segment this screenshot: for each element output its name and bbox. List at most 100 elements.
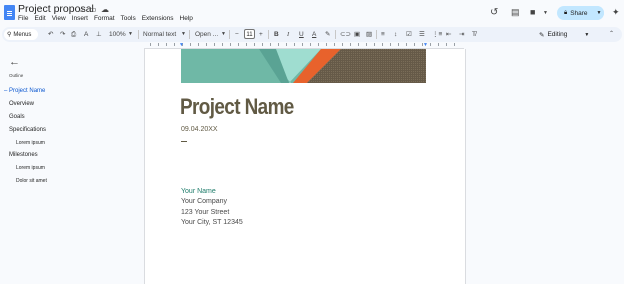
contact-street[interactable]: 123 Your Street: [181, 209, 229, 216]
search-menus-input[interactable]: ⚲ Menus: [4, 29, 38, 40]
ruler-tick: [350, 43, 351, 46]
document-page[interactable]: [144, 49, 466, 284]
print-icon[interactable]: ⎙: [71, 29, 76, 40]
spellcheck-icon[interactable]: A: [84, 29, 88, 40]
outline-heading: Outline: [9, 73, 24, 78]
ruler-tick: [454, 43, 455, 46]
left-indent-marker-icon[interactable]: ▼: [179, 42, 184, 48]
checklist-icon[interactable]: ☑: [406, 29, 412, 40]
bulleted-list-icon[interactable]: ☰: [419, 29, 425, 40]
undo-icon[interactable]: ↶: [48, 29, 53, 40]
toolbar-divider: [268, 30, 269, 39]
menu-view[interactable]: View: [52, 15, 66, 22]
font-caret-icon: ▼: [221, 31, 226, 37]
comments-icon[interactable]: ▤: [511, 7, 520, 18]
share-label: Share: [570, 9, 588, 17]
outline-item-lorem-ipsum-2[interactable]: Lorem ipsum: [16, 165, 45, 171]
align-icon[interactable]: ≡: [381, 29, 385, 40]
ruler-tick: [222, 43, 223, 46]
collapse-toolbar-icon[interactable]: ⌃: [609, 29, 614, 40]
line-spacing-icon[interactable]: ↕: [394, 29, 397, 40]
header-banner-image[interactable]: [181, 49, 426, 83]
right-indent-marker-icon[interactable]: ▼: [423, 42, 428, 48]
active-marker: –: [4, 88, 8, 94]
outline-item-milestones[interactable]: Milestones: [9, 152, 38, 158]
menu-file[interactable]: File: [18, 15, 28, 22]
menu-format[interactable]: Format: [94, 15, 115, 22]
ruler-tick: [446, 43, 447, 46]
outline-item-lorem-ipsum-1[interactable]: Lorem ipsum: [16, 140, 45, 146]
version-history-icon[interactable]: ↺: [490, 7, 498, 18]
outline-item-overview[interactable]: Overview: [9, 101, 34, 107]
meet-icon[interactable]: ■: [530, 7, 535, 17]
menu-extensions[interactable]: Extensions: [142, 15, 174, 22]
text-color-icon[interactable]: A: [312, 29, 316, 40]
move-folder-icon[interactable]: ▭: [89, 5, 97, 14]
ruler-tick: [318, 43, 319, 46]
decrease-indent-icon[interactable]: ⇤: [446, 29, 451, 40]
pencil-icon: ✎: [539, 31, 545, 39]
font-select[interactable]: Open ...: [195, 29, 218, 40]
editing-mode-select[interactable]: ✎ Editing ▼: [539, 29, 595, 40]
outline-item-specifications[interactable]: Specifications: [9, 127, 46, 133]
ruler[interactable]: [144, 42, 464, 49]
outline-item-project-name[interactable]: – Project Name: [4, 88, 45, 94]
insert-image-icon[interactable]: ▨: [366, 29, 372, 40]
underline-icon[interactable]: U: [299, 29, 304, 40]
redo-icon[interactable]: ↷: [60, 29, 65, 40]
ruler-tick: [358, 43, 359, 46]
increase-font-size-icon[interactable]: +: [259, 29, 263, 40]
outline-item-goals[interactable]: Goals: [9, 114, 25, 120]
cloud-status-icon[interactable]: ☁: [101, 5, 109, 14]
menu-help[interactable]: Help: [180, 15, 193, 22]
outline-item-label: Project Name: [9, 88, 46, 94]
ruler-tick: [238, 43, 239, 46]
style-select[interactable]: Normal text: [143, 29, 176, 40]
document-date[interactable]: 09.04.20XX: [181, 126, 218, 133]
meet-caret-icon[interactable]: ▼: [543, 10, 548, 16]
clear-formatting-icon[interactable]: T̸: [472, 29, 476, 40]
insert-link-icon[interactable]: ⊂⊃: [340, 29, 351, 40]
contact-company[interactable]: Your Company: [181, 198, 227, 205]
ruler-tick: [406, 43, 407, 46]
contact-name[interactable]: Your Name: [181, 188, 216, 195]
increase-indent-icon[interactable]: ⇥: [459, 29, 464, 40]
add-comment-icon[interactable]: ▣: [354, 29, 360, 40]
menu-tools[interactable]: Tools: [121, 15, 136, 22]
ruler-tick: [302, 43, 303, 46]
bold-icon[interactable]: B: [274, 29, 279, 40]
zoom-select[interactable]: 100%: [109, 29, 126, 40]
toolbar-divider: [229, 30, 230, 39]
ruler-tick: [366, 43, 367, 46]
ruler-tick: [262, 43, 263, 46]
gemini-icon[interactable]: ✦: [612, 7, 620, 18]
ruler-tick: [398, 43, 399, 46]
menu-insert[interactable]: Insert: [72, 15, 88, 22]
ruler-tick: [198, 43, 199, 46]
close-outline-icon[interactable]: ←: [9, 56, 20, 68]
menu-edit[interactable]: Edit: [34, 15, 45, 22]
decrease-font-size-icon[interactable]: −: [235, 29, 239, 40]
search-icon: ⚲: [7, 32, 12, 38]
paint-format-icon[interactable]: ⊥: [96, 29, 102, 40]
ruler-tick: [382, 43, 383, 46]
contact-city[interactable]: Your City, ST 12345: [181, 219, 243, 226]
highlight-icon[interactable]: ✎: [325, 29, 330, 40]
ruler-tick: [438, 43, 439, 46]
numbered-list-icon[interactable]: ⋮≡: [432, 29, 442, 40]
ruler-tick: [326, 43, 327, 46]
mode-caret-icon: ▼: [584, 31, 590, 38]
editing-label: Editing: [547, 31, 568, 38]
ruler-tick: [174, 43, 175, 46]
star-icon[interactable]: ☆: [78, 5, 85, 14]
ruler-tick: [254, 43, 255, 46]
italic-icon[interactable]: I: [287, 29, 289, 40]
document-title-heading[interactable]: Project Name: [180, 94, 294, 120]
ruler-tick: [342, 43, 343, 46]
docs-logo-icon[interactable]: [4, 5, 15, 20]
ruler-tick: [334, 43, 335, 46]
ruler-tick: [374, 43, 375, 46]
vertical-scrollbar[interactable]: [617, 49, 624, 284]
outline-item-dolor-sit-amet[interactable]: Dolor sit amet: [16, 178, 47, 184]
font-size-input[interactable]: 11: [244, 29, 255, 39]
